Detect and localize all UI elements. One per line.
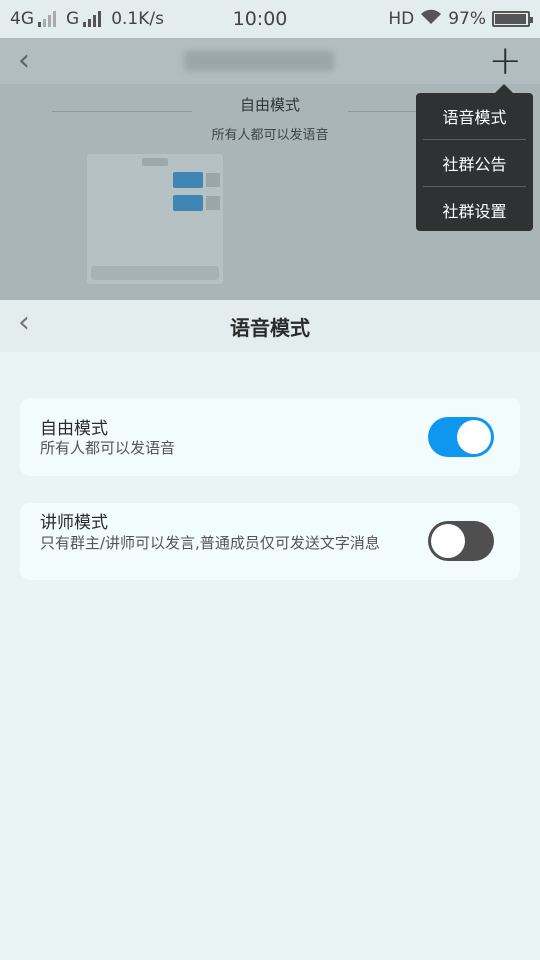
battery-percent: 97% — [448, 9, 486, 29]
menu-item-voice-mode[interactable]: 语音模式 — [416, 93, 533, 139]
free-mode-title: 自由模式 — [40, 419, 108, 439]
preview-avatar-icon — [206, 173, 220, 187]
signal-icon-2 — [83, 11, 102, 27]
back-icon[interactable]: ‹ — [18, 308, 30, 338]
background-title-blurred — [184, 51, 335, 71]
toggle-knob — [457, 420, 491, 454]
menu-item-announcement[interactable]: 社群公告 — [416, 140, 533, 186]
wifi-icon — [420, 9, 442, 30]
preview-tag — [142, 158, 168, 166]
page-title: 语音模式 — [230, 315, 310, 340]
lecturer-mode-card[interactable]: 讲师模式 只有群主/讲师可以发言,普通成员仅可发送文字消息 — [20, 503, 520, 580]
divider-right — [348, 111, 418, 112]
toggle-knob — [431, 524, 465, 558]
lecturer-mode-description: 只有群主/讲师可以发言,普通成员仅可发送文字消息 — [40, 534, 380, 552]
plus-icon[interactable]: + — [488, 41, 522, 81]
page-header: ‹ 语音模式 — [0, 300, 540, 352]
preview-avatar-icon — [206, 196, 220, 210]
preview-bubble — [173, 195, 203, 211]
background-header: ‹ + — [0, 38, 540, 84]
lecturer-mode-toggle[interactable] — [428, 521, 494, 561]
free-mode-card[interactable]: 自由模式 所有人都可以发语音 — [20, 398, 520, 476]
preview-input-bar — [91, 266, 219, 280]
free-mode-description: 所有人都可以发语音 — [40, 439, 176, 457]
network-type-label-2: G — [66, 9, 80, 29]
clock: 10:00 — [232, 8, 288, 30]
hd-label: HD — [388, 9, 415, 29]
signal-icon — [38, 11, 56, 27]
network-speed: 0.1K/s — [111, 9, 164, 29]
free-mode-toggle[interactable] — [428, 417, 494, 457]
background-back-icon[interactable]: ‹ — [18, 46, 30, 76]
network-type-label: 4G — [10, 9, 34, 29]
status-bar: 4G G 0.1K/s 10:00 HD 97% — [0, 0, 540, 38]
mode-preview-image — [87, 154, 223, 284]
preview-bubble — [173, 172, 203, 188]
menu-item-group-settings[interactable]: 社群设置 — [416, 187, 533, 233]
lecturer-mode-title: 讲师模式 — [40, 513, 108, 533]
battery-fill — [495, 14, 527, 24]
dropdown-menu: 语音模式 社群公告 社群设置 — [416, 84, 533, 233]
battery-icon — [492, 11, 533, 27]
